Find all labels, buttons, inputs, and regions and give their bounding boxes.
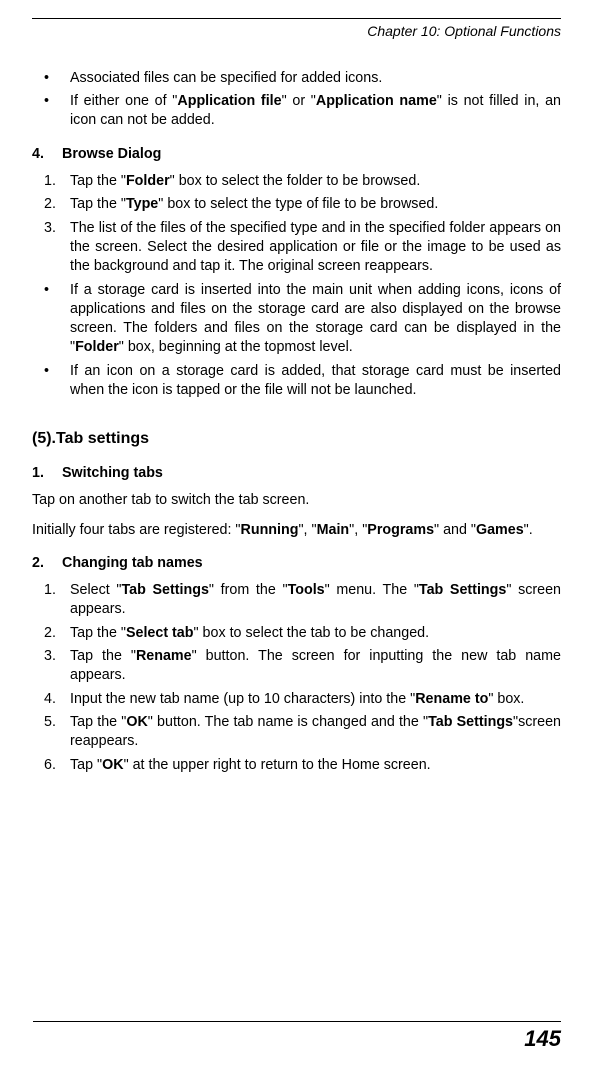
section-label: Switching tabs <box>62 464 163 483</box>
list-item: 3.The list of the files of the specified… <box>32 219 561 277</box>
list-marker: 4. <box>32 690 70 709</box>
switching-paragraph-1: Tap on another tab to switch the tab scr… <box>32 491 561 510</box>
list-item-content: Associated files can be specified for ad… <box>70 69 561 88</box>
page-number: 145 <box>33 1021 561 1054</box>
list-item: •Associated files can be specified for a… <box>32 69 561 88</box>
list-item-content: Tap the "Select tab" box to select the t… <box>70 624 561 643</box>
list-item: 6.Tap "OK" at the upper right to return … <box>32 756 561 775</box>
browse-dialog-heading: 4. Browse Dialog <box>32 145 561 164</box>
list-item-content: Tap the "Rename" button. The screen for … <box>70 647 561 686</box>
list-marker: 5. <box>32 713 70 752</box>
section-number: 4. <box>32 145 62 164</box>
list-item: 2.Tap the "Type" box to select the type … <box>32 195 561 214</box>
list-item-content: Tap "OK" at the upper right to return to… <box>70 756 561 775</box>
list-item: 1.Tap the "Folder" box to select the fol… <box>32 172 561 191</box>
list-item-content: The list of the files of the specified t… <box>70 219 561 277</box>
list-item: 3.Tap the "Rename" button. The screen fo… <box>32 647 561 686</box>
list-marker: • <box>32 281 70 358</box>
changing-tab-names-list: 1.Select "Tab Settings" from the "Tools"… <box>32 581 561 775</box>
list-marker: 2. <box>32 624 70 643</box>
list-marker: 2. <box>32 195 70 214</box>
list-marker: 3. <box>32 219 70 277</box>
list-item-content: Tap the "Folder" box to select the folde… <box>70 172 561 191</box>
changing-tab-names-heading: 2. Changing tab names <box>32 554 561 573</box>
list-item-content: If either one of "Application file" or "… <box>70 92 561 131</box>
list-item: •If an icon on a storage card is added, … <box>32 362 561 401</box>
list-item-content: Select "Tab Settings" from the "Tools" m… <box>70 581 561 620</box>
list-item: 5.Tap the "OK" button. The tab name is c… <box>32 713 561 752</box>
section-label: Browse Dialog <box>62 145 161 164</box>
switching-tabs-heading: 1. Switching tabs <box>32 464 561 483</box>
list-marker: • <box>32 362 70 401</box>
list-item-content: Tap the "Type" box to select the type of… <box>70 195 561 214</box>
list-item-content: If an icon on a storage card is added, t… <box>70 362 561 401</box>
list-marker: 3. <box>32 647 70 686</box>
list-marker: 1. <box>32 172 70 191</box>
list-item-content: Input the new tab name (up to 10 charact… <box>70 690 561 709</box>
top-bullet-list: •Associated files can be specified for a… <box>32 69 561 131</box>
list-marker: • <box>32 92 70 131</box>
list-item: 2.Tap the "Select tab" box to select the… <box>32 624 561 643</box>
list-item: •If either one of "Application file" or … <box>32 92 561 131</box>
list-item: 4.Input the new tab name (up to 10 chara… <box>32 690 561 709</box>
list-marker: 1. <box>32 581 70 620</box>
tab-settings-heading: (5).Tab settings <box>32 428 561 450</box>
section-number: 1. <box>32 464 62 483</box>
list-marker: • <box>32 69 70 88</box>
browse-dialog-list: 1.Tap the "Folder" box to select the fol… <box>32 172 561 400</box>
chapter-header: Chapter 10: Optional Functions <box>32 22 561 41</box>
list-item-content: Tap the "OK" button. The tab name is cha… <box>70 713 561 752</box>
section-number: 2. <box>32 554 62 573</box>
list-item: •If a storage card is inserted into the … <box>32 281 561 358</box>
switching-paragraph-2: Initially four tabs are registered: "Run… <box>32 521 561 540</box>
section-label: Changing tab names <box>62 554 203 573</box>
list-marker: 6. <box>32 756 70 775</box>
list-item-content: If a storage card is inserted into the m… <box>70 281 561 358</box>
list-item: 1.Select "Tab Settings" from the "Tools"… <box>32 581 561 620</box>
